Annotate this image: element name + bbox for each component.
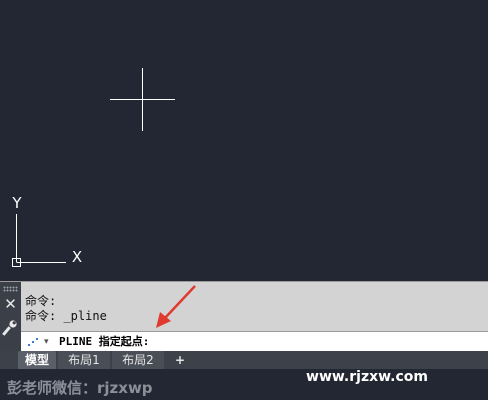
tab-layout1[interactable]: 布局1	[58, 351, 110, 369]
grip-dots-icon[interactable]	[3, 286, 18, 292]
tab-model[interactable]: 模型	[18, 351, 56, 369]
footer-watermark: 彭老师微信：rjzxwp www.rjzxw.com	[0, 369, 488, 400]
ucs-icon	[12, 214, 66, 267]
layout-tab-bar: 模型 布局1 布局2 +	[0, 351, 488, 369]
ucs-y-label: Y	[11, 194, 22, 212]
annotation-arrow	[156, 285, 196, 328]
command-dropdown-icon[interactable]: ▾	[44, 334, 49, 350]
close-icon[interactable]: ✕	[0, 295, 21, 313]
command-history: 命令: 命令: _pline	[25, 294, 107, 324]
drawing-canvas[interactable]: Y X	[0, 0, 488, 281]
command-line-grip[interactable]: ✕	[0, 282, 21, 352]
command-line-window: ✕ 命令: 命令: _pline ▾ PLINE 指定起点:	[0, 281, 488, 352]
ucs-x-label: X	[72, 248, 82, 266]
command-prompt-icon[interactable]	[26, 334, 40, 350]
command-prompt-text[interactable]: PLINE 指定起点:	[59, 334, 149, 350]
history-line: 命令: _pline	[25, 309, 107, 323]
footer-site: www.rjzxw.com	[306, 369, 428, 385]
command-input-row[interactable]: ▾ PLINE 指定起点:	[21, 331, 488, 352]
canvas-overlay: Y X	[11, 68, 175, 267]
footer-credit: 彭老师微信：rjzxwp	[7, 379, 153, 397]
crosshair-cursor	[110, 68, 175, 131]
tab-layout2[interactable]: 布局2	[112, 351, 164, 369]
history-line: 命令:	[25, 294, 57, 308]
add-layout-button[interactable]: +	[168, 351, 192, 369]
wrench-icon[interactable]	[0, 318, 21, 338]
